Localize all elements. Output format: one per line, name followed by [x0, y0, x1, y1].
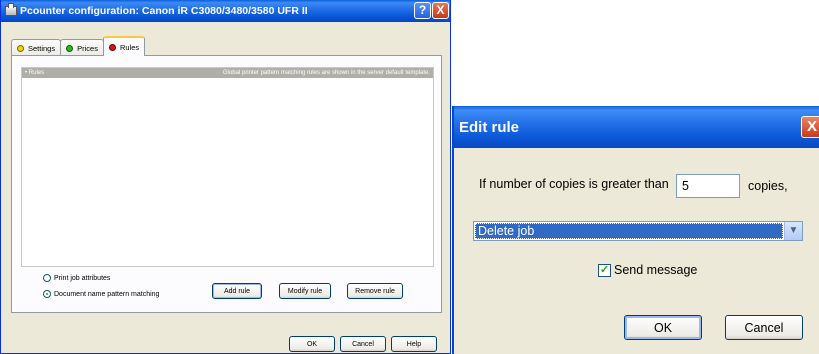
print-job-attributes-label: Print job attributes [54, 274, 111, 282]
tab-prices[interactable]: Prices [60, 39, 104, 56]
document-name-matching-option[interactable]: Document name pattern matching [43, 290, 159, 298]
ok-button[interactable]: OK [624, 315, 702, 340]
close-icon[interactable]: X [801, 116, 819, 138]
rules-list[interactable]: • Rules Global printer pattern matching … [21, 67, 434, 267]
tab-strip: Settings Prices Rules [11, 36, 146, 56]
cancel-button[interactable]: Cancel [340, 336, 386, 352]
rules-list-header[interactable]: • Rules Global printer pattern matching … [22, 68, 433, 78]
ok-button[interactable]: OK [289, 336, 335, 352]
edit-rule-title-bar[interactable]: Edit rule [454, 106, 819, 148]
add-rule-button[interactable]: Add rule [212, 283, 262, 299]
print-job-attributes-option[interactable]: Print job attributes [43, 274, 110, 282]
chevron-down-icon[interactable]: ▼ [784, 222, 802, 240]
document-name-matching-radio[interactable] [43, 290, 51, 298]
tab-prices-label: Prices [77, 43, 98, 53]
close-icon[interactable]: X [432, 2, 449, 19]
copies-input[interactable]: 5 [676, 174, 740, 198]
edit-rule-dialog: Edit rule X If number of copies is great… [452, 106, 819, 354]
send-message-option[interactable]: ✓ Send message [598, 263, 697, 277]
modify-rule-button[interactable]: Modify rule [279, 283, 331, 299]
remove-rule-button[interactable]: Remove rule [347, 283, 403, 299]
config-title-bar[interactable]: Pcounter configuration: Canon iR C3080/3… [1, 0, 450, 22]
rules-tab-panel: • Rules Global printer pattern matching … [11, 55, 442, 313]
print-job-attributes-radio[interactable] [43, 274, 51, 282]
yellow-dot-icon [17, 44, 24, 52]
green-dot-icon [66, 44, 74, 52]
tab-settings[interactable]: Settings [11, 39, 62, 56]
tab-rules[interactable]: Rules [102, 36, 146, 56]
config-window-title: Pcounter configuration: Canon iR C3080/3… [20, 5, 308, 17]
rules-header-note: Global printer pattern matching rules ar… [222, 70, 430, 76]
rules-header-title: • Rules [25, 70, 45, 76]
document-name-matching-label: Document name pattern matching [54, 290, 160, 298]
help-button[interactable]: Help [391, 336, 437, 352]
copies-condition-label: If number of copies is greater than [479, 177, 669, 191]
printer-icon [5, 3, 17, 16]
action-dropdown-value: Delete job [475, 223, 783, 239]
tab-rules-label: Rules [119, 42, 140, 52]
copies-suffix-label: copies, [748, 179, 788, 193]
send-message-label: Send message [614, 263, 698, 277]
help-icon[interactable]: ? [414, 2, 431, 19]
red-dot-icon [108, 43, 116, 51]
pcounter-config-window: Pcounter configuration: Canon iR C3080/3… [0, 0, 451, 354]
edit-rule-title: Edit rule [459, 118, 520, 136]
cancel-button[interactable]: Cancel [725, 315, 803, 340]
tab-settings-label: Settings [28, 43, 56, 53]
action-dropdown[interactable]: Delete job ▼ [473, 221, 803, 241]
send-message-checkbox[interactable]: ✓ [598, 263, 611, 277]
